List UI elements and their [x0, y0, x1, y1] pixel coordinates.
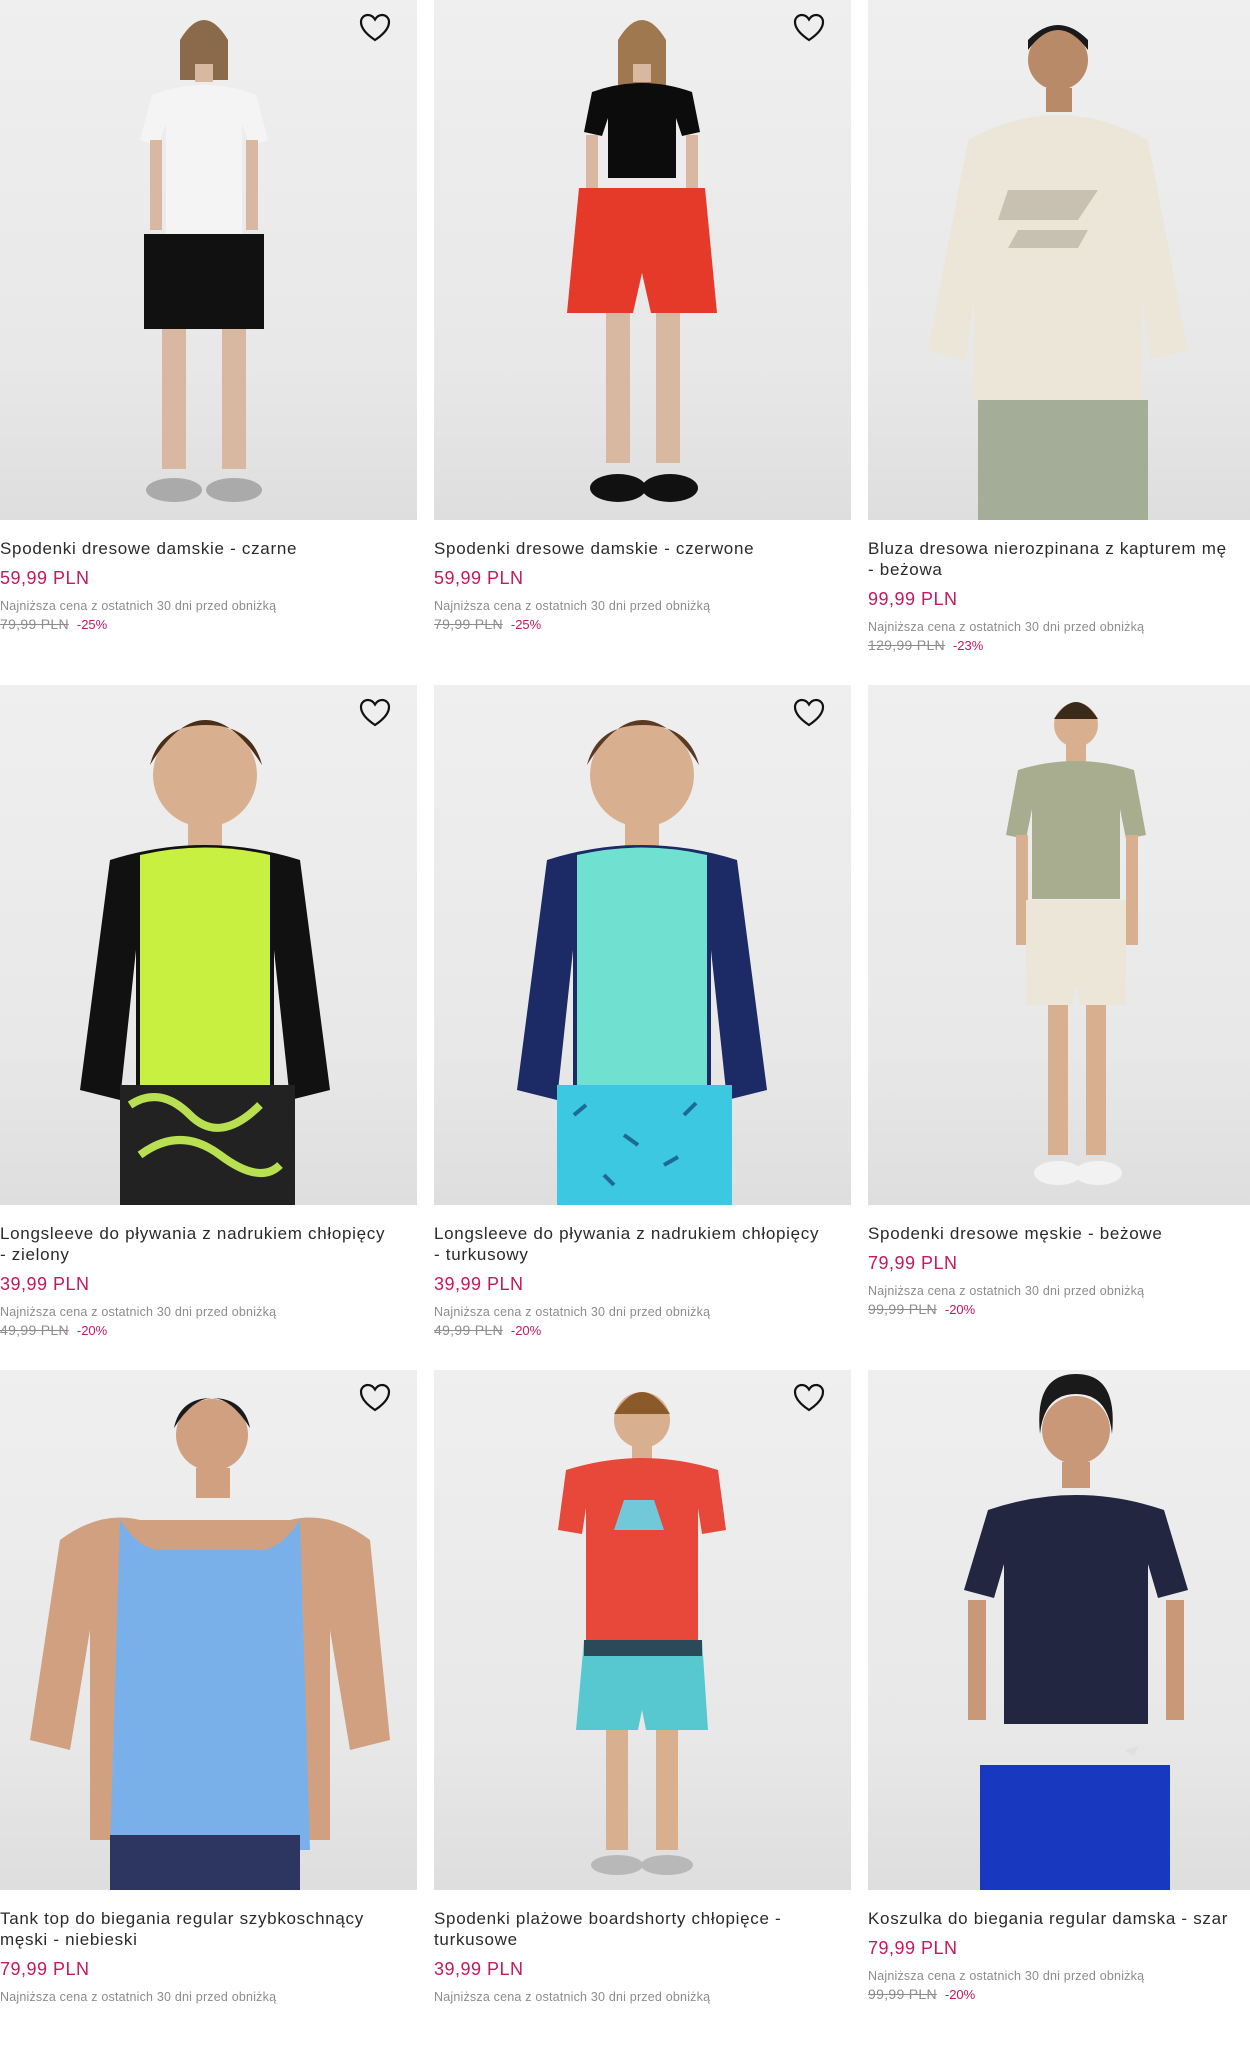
old-price: 49,99 PLN	[0, 1322, 69, 1338]
heart-outline-icon	[793, 13, 825, 42]
lowest-price-label: Najniższa cena z ostatnich 30 dni przed …	[0, 1305, 277, 1319]
product-title[interactable]: Koszulka do biegania regular damska - sz…	[868, 1908, 1250, 1929]
favorite-button[interactable]	[357, 10, 393, 46]
product-title[interactable]: Longsleeve do pływania z nadrukiem chłop…	[434, 1223, 851, 1265]
product-card[interactable]: Bluza dresowa nierozpinana z kapturem mę…	[868, 0, 1250, 685]
old-price-row: 49,99 PLN -20%	[0, 1322, 417, 1338]
heart-outline-icon	[793, 1383, 825, 1412]
discount-badge: -20%	[510, 1323, 542, 1338]
lowest-price-label: Najniższa cena z ostatnich 30 dni przed …	[868, 620, 1145, 634]
lowest-price-label: Najniższa cena z ostatnich 30 dni przed …	[434, 1305, 711, 1319]
lowest-price-label: Najniższa cena z ostatnich 30 dni przed …	[868, 1284, 1145, 1298]
product-price: 39,99 PLN	[434, 1959, 524, 1979]
product-image[interactable]	[434, 685, 851, 1205]
product-title[interactable]: Spodenki dresowe damskie - czarne	[0, 538, 417, 559]
heart-outline-icon	[359, 1383, 391, 1412]
product-title[interactable]: Longsleeve do pływania z nadrukiem chłop…	[0, 1223, 417, 1265]
lowest-price-label: Najniższa cena z ostatnich 30 dni przed …	[0, 599, 277, 613]
old-price-row: 129,99 PLN -23%	[868, 637, 1250, 653]
discount-badge: -25%	[510, 617, 542, 632]
product-title[interactable]: Spodenki plażowe boardshorty chłopięce -…	[434, 1908, 851, 1950]
product-price: 59,99 PLN	[0, 568, 90, 588]
old-price-row: 79,99 PLN -25%	[434, 616, 851, 632]
product-card[interactable]: Spodenki dresowe męskie - beżowe 79,99 P…	[868, 685, 1250, 1370]
product-image[interactable]	[868, 1370, 1250, 1890]
product-title[interactable]: Bluza dresowa nierozpinana z kapturem mę…	[868, 538, 1250, 580]
old-price: 79,99 PLN	[0, 616, 69, 632]
product-card[interactable]: Spodenki plażowe boardshorty chłopięce -…	[434, 1370, 851, 2055]
old-price: 99,99 PLN	[868, 1986, 937, 2002]
product-title[interactable]: Spodenki dresowe damskie - czerwone	[434, 538, 851, 559]
heart-outline-icon	[359, 698, 391, 727]
heart-outline-icon	[793, 698, 825, 727]
favorite-button[interactable]	[791, 1380, 827, 1416]
lowest-price-label: Najniższa cena z ostatnich 30 dni przed …	[434, 599, 711, 613]
product-price: 39,99 PLN	[0, 1274, 90, 1294]
discount-badge: -20%	[944, 1302, 976, 1317]
product-card[interactable]: Spodenki dresowe damskie - czarne 59,99 …	[0, 0, 417, 685]
old-price-row: 49,99 PLN -20%	[434, 1322, 851, 1338]
old-price: 79,99 PLN	[434, 616, 503, 632]
product-image[interactable]	[868, 685, 1250, 1205]
product-price: 79,99 PLN	[868, 1253, 958, 1273]
discount-badge: -20%	[944, 1987, 976, 2002]
product-image[interactable]	[0, 1370, 417, 1890]
old-price-row: 99,99 PLN -20%	[868, 1986, 1250, 2002]
product-price: 39,99 PLN	[434, 1274, 524, 1294]
product-card[interactable]: Tank top do biegania regular szybkoschną…	[0, 1370, 417, 2055]
discount-badge: -23%	[952, 638, 984, 653]
lowest-price-label: Najniższa cena z ostatnich 30 dni przed …	[434, 1990, 711, 2004]
product-image[interactable]	[0, 685, 417, 1205]
product-card[interactable]: Spodenki dresowe damskie - czerwone 59,9…	[434, 0, 851, 685]
discount-badge: -25%	[76, 617, 108, 632]
old-price-row: 99,99 PLN -20%	[868, 1301, 1250, 1317]
product-image[interactable]	[434, 1370, 851, 1890]
product-price: 79,99 PLN	[868, 1938, 958, 1958]
product-image[interactable]	[868, 0, 1250, 520]
product-title[interactable]: Spodenki dresowe męskie - beżowe	[868, 1223, 1250, 1244]
product-price: 79,99 PLN	[0, 1959, 90, 1979]
favorite-button[interactable]	[791, 10, 827, 46]
favorite-button[interactable]	[357, 1380, 393, 1416]
product-price: 59,99 PLN	[434, 568, 524, 588]
product-price: 99,99 PLN	[868, 589, 958, 609]
lowest-price-label: Najniższa cena z ostatnich 30 dni przed …	[868, 1969, 1145, 1983]
old-price: 129,99 PLN	[868, 637, 945, 653]
product-card[interactable]: Koszulka do biegania regular damska - sz…	[868, 1370, 1250, 2055]
product-image[interactable]	[0, 0, 417, 520]
discount-badge: -20%	[76, 1323, 108, 1338]
lowest-price-label: Najniższa cena z ostatnich 30 dni przed …	[0, 1990, 277, 2004]
old-price: 49,99 PLN	[434, 1322, 503, 1338]
product-image[interactable]	[434, 0, 851, 520]
product-card[interactable]: Longsleeve do pływania z nadrukiem chłop…	[434, 685, 851, 1370]
old-price-row: 79,99 PLN -25%	[0, 616, 417, 632]
product-title[interactable]: Tank top do biegania regular szybkoschną…	[0, 1908, 417, 1950]
favorite-button[interactable]	[357, 695, 393, 731]
old-price: 99,99 PLN	[868, 1301, 937, 1317]
product-grid: Spodenki dresowe damskie - czarne 59,99 …	[0, 0, 1250, 2055]
favorite-button[interactable]	[791, 695, 827, 731]
heart-outline-icon	[359, 13, 391, 42]
product-card[interactable]: Longsleeve do pływania z nadrukiem chłop…	[0, 685, 417, 1370]
